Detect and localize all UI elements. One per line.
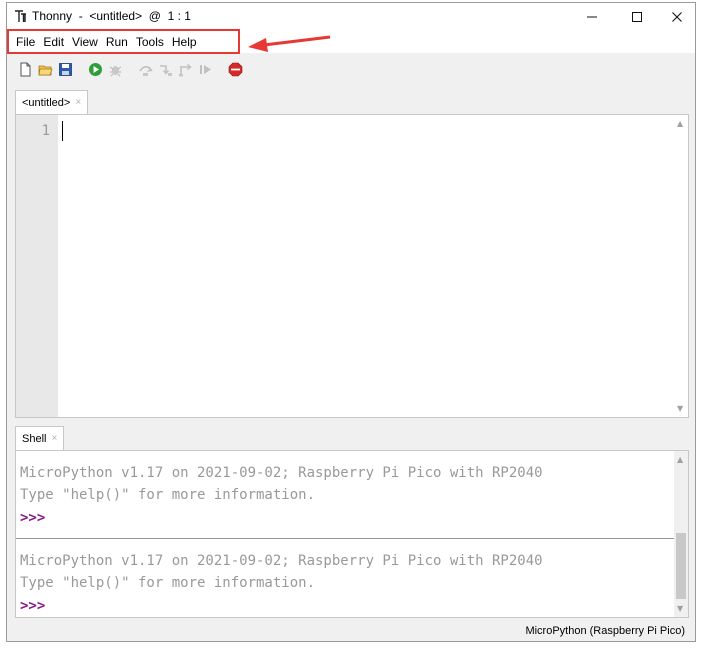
stop-icon (228, 62, 242, 76)
open-file-button[interactable] (36, 60, 54, 78)
editor-tab-label: <untitled> (22, 96, 71, 109)
step-out-button[interactable] (176, 60, 194, 78)
scroll-down-icon[interactable]: ▼ (677, 404, 683, 413)
thonny-window: Thonny - <untitled> @ 1 : 1 File Edit Vi… (6, 2, 696, 642)
annotation-arrow-icon (248, 35, 331, 52)
new-file-icon (20, 62, 30, 76)
scroll-down-icon[interactable]: ▼ (677, 604, 683, 613)
shell-tab[interactable]: Shell × (15, 426, 65, 450)
new-file-button[interactable] (16, 60, 34, 78)
thonny-logo-icon (15, 10, 26, 22)
shell-banner-line: MicroPython v1.17 on 2021-09-02; Raspber… (20, 465, 543, 481)
shell-scrollbar[interactable]: ▲ ▼ (674, 451, 688, 617)
shell-tab-label: Shell (22, 432, 47, 445)
run-icon (88, 62, 102, 76)
minimize-button[interactable] (574, 3, 610, 31)
scroll-up-icon[interactable]: ▲ (677, 119, 683, 128)
window-title: Thonny - <untitled> @ 1 : 1 (32, 9, 191, 23)
status-bar: MicroPython (Raspberry Pi Pico) (7, 621, 695, 641)
run-button[interactable] (86, 60, 104, 78)
debug-icon (109, 65, 121, 76)
text-caret (62, 121, 63, 141)
tab-close-icon[interactable]: × (51, 433, 57, 444)
shell-help-line: Type "help()" for more information. (20, 487, 316, 503)
save-icon (58, 62, 72, 76)
shell-banner-line: MicroPython v1.17 on 2021-09-02; Raspber… (20, 553, 543, 569)
code-editor[interactable]: 1 ▲ ▼ (15, 114, 689, 418)
close-button[interactable] (659, 3, 695, 31)
tab-close-icon[interactable]: × (75, 97, 81, 108)
shell-help-line: Type "help()" for more information. (20, 575, 316, 591)
step-into-icon (159, 64, 172, 76)
maximize-button[interactable] (619, 3, 655, 31)
close-icon (672, 12, 682, 22)
title-bar: Thonny - <untitled> @ 1 : 1 (7, 3, 695, 31)
shell-prompt: >>> (20, 598, 46, 614)
shell-session-separator (16, 538, 676, 539)
minimize-icon (587, 16, 597, 18)
shell-prompt: >>> (20, 510, 46, 526)
save-button[interactable] (56, 60, 74, 78)
resume-button[interactable] (196, 60, 214, 78)
shell-console[interactable]: MicroPython v1.17 on 2021-09-02; Raspber… (15, 450, 689, 618)
open-folder-icon (38, 65, 53, 75)
scroll-up-icon[interactable]: ▲ (677, 455, 683, 464)
interpreter-status[interactable]: MicroPython (Raspberry Pi Pico) (525, 625, 685, 637)
stop-button[interactable] (226, 60, 244, 78)
line-number: 1 (41, 123, 50, 139)
step-over-icon (138, 65, 153, 76)
shell-scroll-thumb[interactable] (676, 533, 686, 599)
debug-button[interactable] (106, 60, 124, 78)
step-out-icon (178, 63, 192, 76)
step-into-button[interactable] (156, 60, 174, 78)
menu-highlight-box (7, 29, 240, 54)
editor-scrollbar[interactable]: ▲ ▼ (674, 115, 688, 417)
resume-icon (199, 64, 211, 74)
line-number-gutter: 1 (16, 115, 58, 417)
step-over-button[interactable] (136, 60, 154, 78)
toolbar (7, 56, 695, 82)
maximize-icon (632, 12, 642, 22)
editor-tab-untitled[interactable]: <untitled> × (15, 90, 89, 114)
